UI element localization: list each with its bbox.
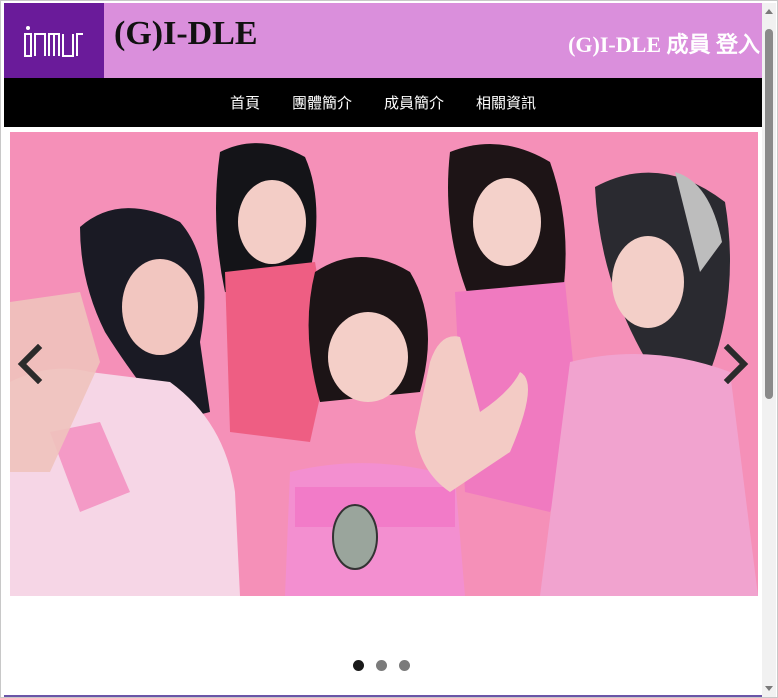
page-frame: (G)I-DLE (G)I-DLE 成員 登入 首頁 團體簡介 成員簡介 相關資… (0, 0, 778, 698)
site-header: (G)I-DLE (G)I-DLE 成員 登入 (4, 3, 762, 78)
nav-home[interactable]: 首頁 (230, 92, 260, 113)
chevron-right-icon[interactable] (722, 344, 750, 384)
scroll-up-icon[interactable] (765, 9, 773, 14)
photo-carousel[interactable] (10, 132, 758, 596)
carousel-dot-2[interactable] (376, 660, 387, 671)
chevron-left-icon[interactable] (16, 344, 44, 384)
logo-mark-icon (24, 25, 83, 57)
vertical-scrollbar[interactable] (762, 3, 776, 697)
scroll-thumb[interactable] (765, 29, 773, 399)
carousel-dot-3[interactable] (399, 660, 410, 671)
site-title: (G)I-DLE (114, 15, 258, 52)
nav-related-info[interactable]: 相關資訊 (476, 92, 536, 113)
member-login-link[interactable]: (G)I-DLE 成員 登入 (568, 27, 760, 59)
carousel-indicators (1, 660, 762, 671)
group-logo[interactable] (4, 3, 104, 78)
carousel-dot-1[interactable] (353, 660, 364, 671)
nav-member-intro[interactable]: 成員簡介 (384, 92, 444, 113)
group-photo (10, 132, 758, 596)
scroll-down-icon[interactable] (765, 686, 773, 691)
nav-group-intro[interactable]: 團體簡介 (292, 92, 352, 113)
main-nav: 首頁 團體簡介 成員簡介 相關資訊 (4, 78, 762, 127)
